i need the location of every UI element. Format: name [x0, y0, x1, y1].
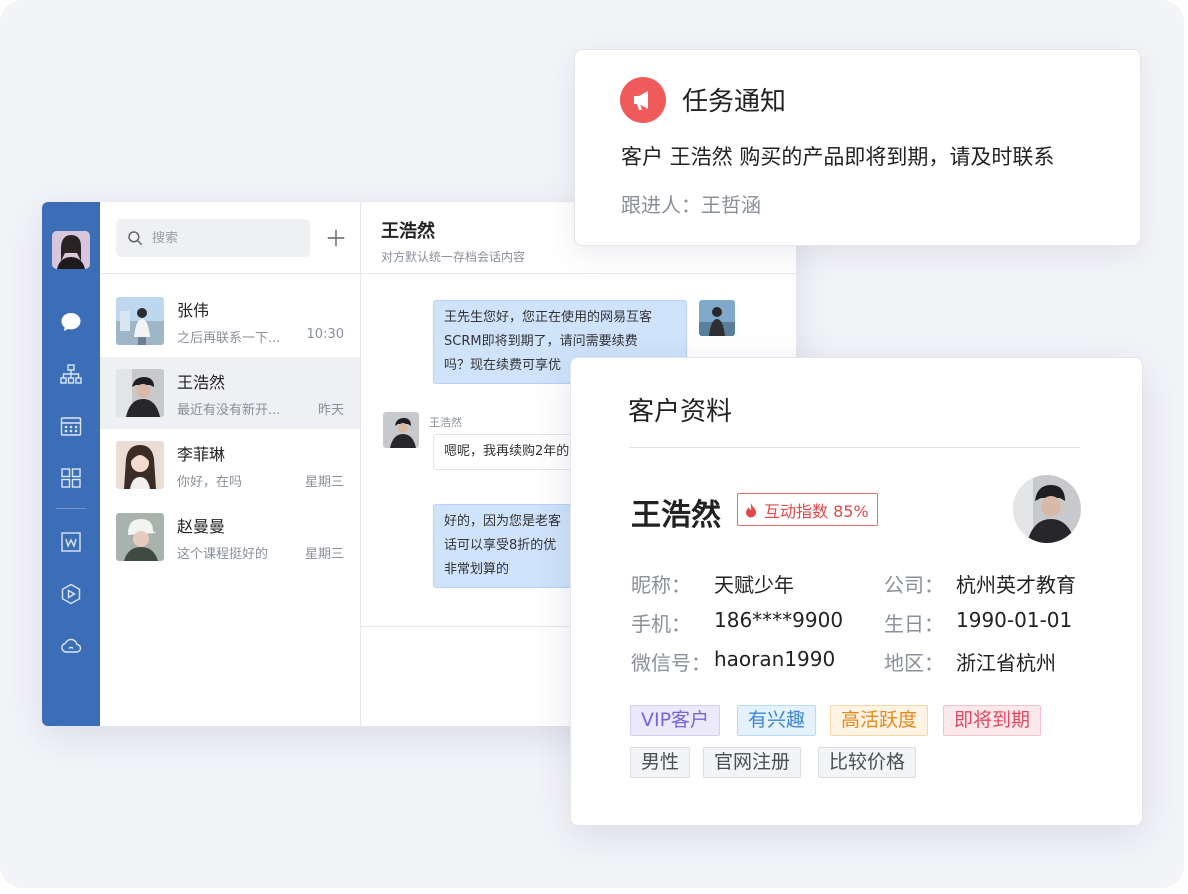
- profile-divider: [629, 447, 1080, 448]
- plus-icon: [327, 229, 345, 247]
- conversation-item[interactable]: 李菲琳 你好，在吗 星期三: [100, 429, 360, 501]
- conversation-item-active[interactable]: 王浩然 最近有没有新开... 昨天: [100, 357, 360, 429]
- contact-message-avatar: [383, 412, 419, 448]
- rail-divider: [56, 508, 86, 509]
- interaction-score-label: 互动指数 85%: [764, 501, 869, 521]
- profile-card-title: 客户资料: [628, 397, 733, 427]
- message-line: SCRM即将到期了，请问需要续费: [444, 334, 638, 349]
- message-line: 王先生您好，您正在使用的网易互客: [444, 310, 653, 325]
- message-sender-name: 王浩然: [429, 416, 462, 429]
- contact-name: 王浩然: [177, 373, 226, 392]
- contact-avatar: [116, 297, 164, 345]
- chat-subtitle: 对方默认统一存档会话内容: [381, 250, 526, 264]
- megaphone-icon: [620, 77, 666, 123]
- tag-website-signup[interactable]: 官网注册: [703, 747, 802, 778]
- field-phone: 手机： 186****9900: [631, 608, 844, 636]
- field-birthday: 生日： 1990-01-01: [884, 608, 1073, 636]
- stage: 张伟 之后再联系一下... 10:30 王浩然 最近有没有新开... 昨天 李菲…: [0, 0, 1184, 888]
- message-time: 星期三: [304, 547, 344, 562]
- tag-high-activity[interactable]: 高活跃度: [830, 705, 929, 736]
- contact-avatar: [116, 441, 164, 489]
- nav-rail: [42, 202, 100, 726]
- field-nickname: 昵称： 天赋少年: [631, 573, 794, 597]
- my-avatar[interactable]: [52, 231, 90, 269]
- customer-name: 王浩然: [631, 498, 721, 533]
- chat-title: 王浩然: [381, 221, 435, 242]
- contact-name: 李菲琳: [177, 445, 226, 464]
- chat-bubble-icon[interactable]: [57, 308, 85, 336]
- search-input[interactable]: [152, 230, 292, 246]
- conversation-list: 张伟 之后再联系一下... 10:30 王浩然 最近有没有新开... 昨天 李菲…: [100, 202, 361, 726]
- contact-avatar: [116, 513, 164, 561]
- notification-title: 任务通知: [682, 87, 787, 117]
- search-icon: [128, 231, 143, 246]
- cube-icon[interactable]: [57, 580, 85, 608]
- last-message: 这个课程挺好的: [177, 547, 269, 562]
- interaction-score-badge: 互动指数 85%: [737, 493, 878, 526]
- field-company: 公司： 杭州英才教育: [884, 573, 1076, 597]
- add-conversation-button[interactable]: [322, 224, 350, 252]
- apps-grid-icon[interactable]: [57, 464, 85, 492]
- message-time: 星期三: [304, 475, 344, 490]
- contact-avatar: [116, 369, 164, 417]
- search-box[interactable]: [116, 219, 310, 257]
- tag-price-compare[interactable]: 比较价格: [818, 747, 917, 778]
- flame-icon: [746, 502, 756, 517]
- tag-expiring[interactable]: 即将到期: [943, 705, 1042, 736]
- cloud-icon[interactable]: [57, 632, 85, 660]
- my-message-avatar: [699, 300, 735, 336]
- contact-name: 张伟: [177, 301, 210, 320]
- tag-interested[interactable]: 有兴趣: [737, 705, 817, 736]
- org-chart-icon[interactable]: [57, 360, 85, 388]
- list-divider: [100, 273, 360, 274]
- tag-male[interactable]: 男性: [630, 747, 691, 778]
- tag-vip[interactable]: VIP客户: [630, 705, 721, 736]
- last-message: 你好，在吗: [177, 475, 243, 490]
- field-wechat: 微信号： haoran1990: [631, 647, 836, 675]
- conversation-item[interactable]: 赵曼曼 这个课程挺好的 星期三: [100, 501, 360, 573]
- message-time: 10:30: [306, 327, 344, 342]
- document-w-icon[interactable]: [57, 528, 85, 556]
- notification-body: 客户 王浩然 购买的产品即将到期，请及时联系: [621, 145, 1055, 169]
- task-notification-card[interactable]: 任务通知 客户 王浩然 购买的产品即将到期，请及时联系 跟进人：王哲涵: [574, 49, 1141, 246]
- last-message: 最近有没有新开...: [177, 403, 281, 418]
- last-message: 之后再联系一下...: [177, 331, 281, 346]
- calendar-icon[interactable]: [57, 412, 85, 440]
- contact-name: 赵曼曼: [177, 517, 226, 536]
- notification-assignee: 跟进人：王哲涵: [621, 193, 761, 217]
- customer-avatar: [1013, 475, 1081, 543]
- field-region: 地区： 浙江省杭州: [884, 651, 1056, 675]
- conversation-item[interactable]: 张伟 之后再联系一下... 10:30: [100, 285, 360, 357]
- customer-profile-card: 客户资料 王浩然 互动指数 85% 昵称： 天赋少年 公司： 杭州英才教育 手机…: [570, 357, 1143, 826]
- message-time: 昨天: [317, 403, 344, 418]
